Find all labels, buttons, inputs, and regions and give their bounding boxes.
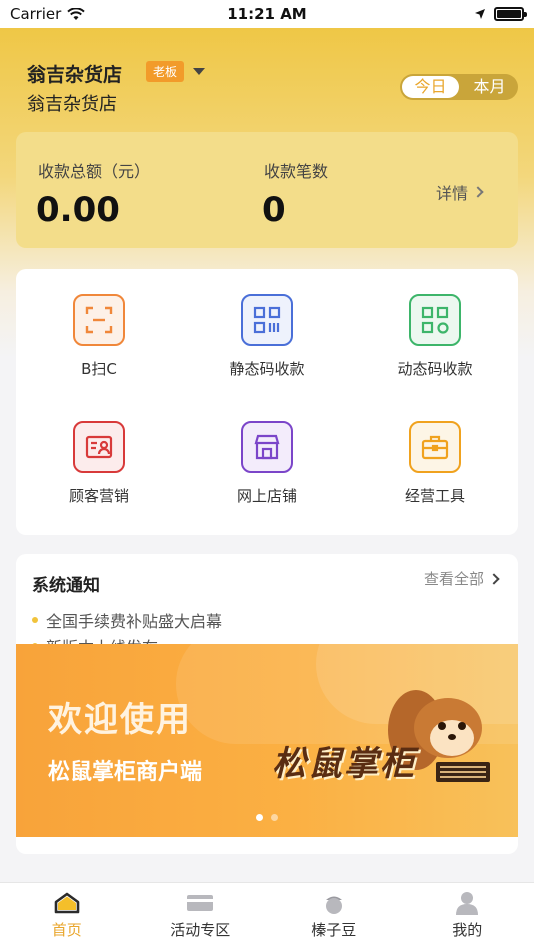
tab-activities[interactable]: 活动专区 — [134, 883, 268, 950]
amount-value: 0.00 — [36, 190, 120, 230]
amount-label: 收款总额（元） — [38, 162, 151, 181]
feature-label: 动态码收款 — [397, 360, 473, 378]
banner-subtitle: 松鼠掌柜商户端 — [48, 760, 203, 785]
feature-business-tools[interactable]: 经营工具 — [352, 421, 518, 506]
bottom-tab-bar: 首页 活动专区 榛子豆 我的 — [0, 882, 534, 950]
status-bar: Carrier 11:21 AM — [0, 0, 534, 28]
role-badge: 老板 — [146, 61, 185, 82]
feature-grid: B扫C 静态码收款 动态码收款 顾客营销 网上店铺 经营工具 — [16, 269, 518, 535]
feature-dynamic-qr[interactable]: 动态码收款 — [352, 294, 518, 379]
feature-label: 经营工具 — [404, 487, 465, 505]
summary-card: 收款总额（元） 0.00 收款笔数 0 详情 — [16, 132, 518, 248]
feature-label: 顾客营销 — [68, 487, 129, 505]
notice-item[interactable]: 全国手续费补贴盛大启幕 — [32, 608, 222, 632]
feature-static-qr[interactable]: 静态码收款 — [184, 294, 350, 379]
customer-card-icon — [73, 421, 125, 473]
notice-text: 全国手续费补贴盛大启幕 — [46, 612, 223, 631]
tab-label: 榛子豆 — [311, 921, 357, 939]
tab-label: 活动专区 — [170, 921, 231, 939]
period-toggle[interactable]: 今日 本月 — [400, 74, 518, 100]
brand-logo: 松鼠掌柜 — [272, 744, 416, 784]
count-value: 0 — [262, 190, 286, 230]
promo-banner[interactable]: 欢迎使用 松鼠掌柜商户端 松鼠掌柜 — [16, 644, 518, 837]
period-month-option[interactable]: 本月 — [461, 74, 518, 100]
tab-label: 我的 — [452, 921, 483, 939]
dynamic-qr-icon — [409, 294, 461, 346]
location-arrow-icon — [475, 9, 485, 19]
details-link[interactable]: 详情 — [436, 180, 484, 204]
tab-label: 首页 — [51, 921, 82, 939]
feature-label: 网上店铺 — [236, 487, 297, 505]
view-all-link[interactable]: 查看全部 — [423, 568, 500, 589]
details-label: 详情 — [436, 184, 469, 203]
period-today-option[interactable]: 今日 — [402, 76, 459, 98]
feature-label: B扫C — [81, 360, 117, 378]
store-name[interactable]: 翁吉杂货店 — [27, 60, 122, 87]
bullet-dot-icon — [32, 617, 38, 623]
battery-icon — [494, 7, 527, 21]
tab-home[interactable]: 首页 — [0, 883, 134, 950]
count-label: 收款笔数 — [264, 162, 329, 181]
chevron-right-icon — [488, 572, 500, 585]
view-all-label: 查看全部 — [423, 570, 484, 588]
carousel-dot[interactable] — [271, 814, 278, 821]
feature-label: 静态码收款 — [229, 360, 305, 378]
feature-customer-marketing[interactable]: 顾客营销 — [16, 421, 182, 506]
toolbox-icon — [409, 421, 461, 473]
wifi-icon — [67, 7, 86, 20]
store-switch-chevron-down-icon[interactable] — [193, 68, 205, 75]
store-subtitle: 翁吉杂货店 — [27, 94, 117, 115]
storefront-icon — [241, 421, 293, 473]
banner-title: 欢迎使用 — [48, 700, 192, 740]
profile-icon — [456, 892, 479, 915]
tab-mine[interactable]: 我的 — [401, 883, 534, 950]
card-icon — [187, 895, 214, 911]
qr-code-icon — [241, 294, 293, 346]
tab-hazelnut-beans[interactable]: 榛子豆 — [267, 883, 401, 950]
home-icon — [54, 892, 80, 914]
carousel-dot-active[interactable] — [256, 814, 263, 821]
carrier-label: Carrier — [10, 5, 62, 23]
chevron-right-icon — [472, 186, 484, 198]
feature-online-store[interactable]: 网上店铺 — [184, 421, 350, 506]
carousel-indicator[interactable] — [256, 814, 278, 821]
scan-frame-icon — [73, 294, 125, 346]
hazelnut-icon — [325, 896, 342, 914]
notice-title: 系统通知 — [32, 576, 100, 596]
feature-b-scan-c[interactable]: B扫C — [16, 294, 182, 379]
